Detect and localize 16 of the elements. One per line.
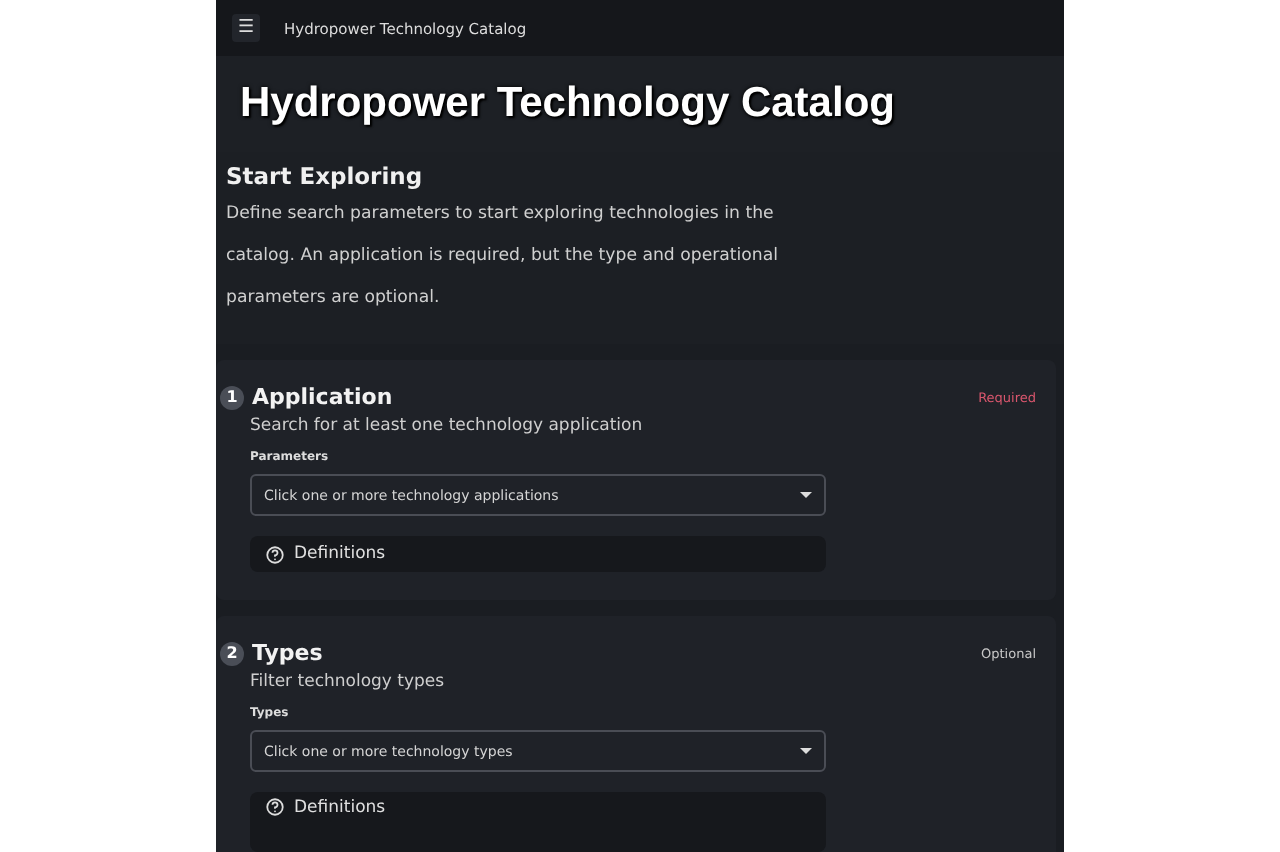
definitions-expander[interactable]: Definitions <box>250 536 826 572</box>
step-number: 2 <box>220 641 244 665</box>
menu-button[interactable]: ☰ <box>232 14 260 42</box>
help-icon <box>266 798 284 816</box>
section-subtitle: Filter technology types <box>250 672 447 692</box>
definitions-expander[interactable]: Definitions <box>250 792 826 852</box>
caret-icon <box>800 492 812 498</box>
page-title: Hydropower Technology Catalog <box>240 80 895 128</box>
section-subtitle: Search for at least one technology application <box>250 416 645 436</box>
help-icon <box>266 545 284 563</box>
intro-heading: Start Exploring <box>226 162 425 190</box>
intro-text: Define search parameters to start exploring technologies in the catalog. An application is required, but the type and operational parameters are optional. <box>226 202 781 312</box>
section-title: Types <box>252 640 325 666</box>
caret-icon <box>800 748 812 754</box>
step-number: 1 <box>220 385 244 409</box>
section-title: Application <box>252 384 395 410</box>
